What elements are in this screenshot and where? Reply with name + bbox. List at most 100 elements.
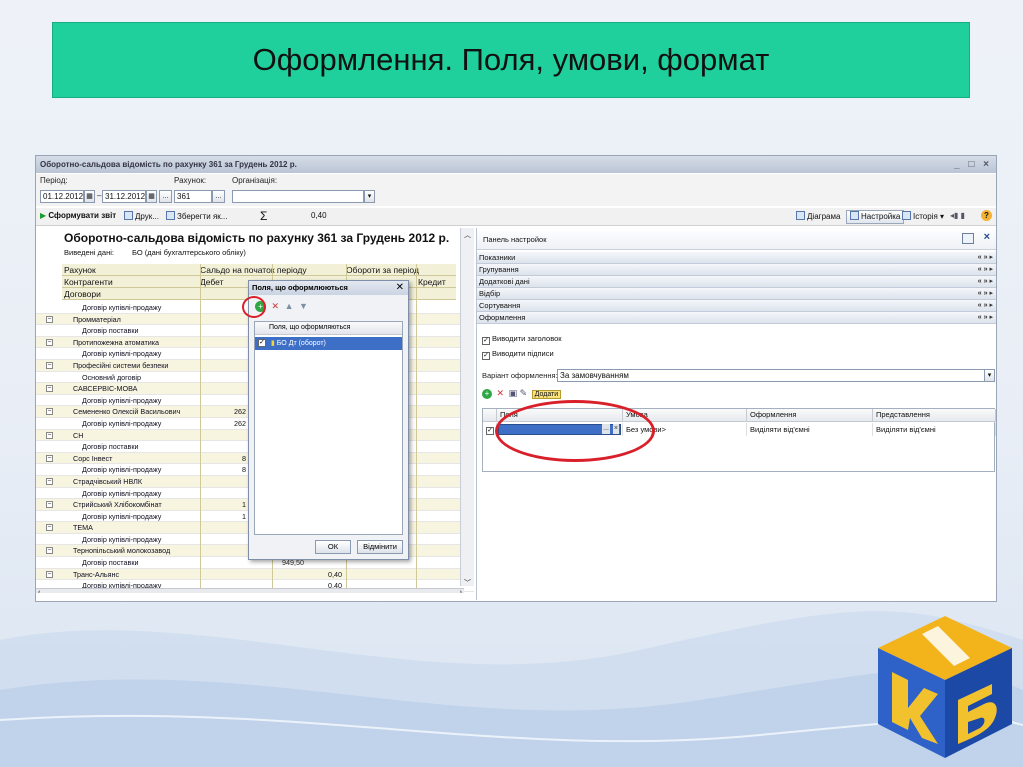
row-name: Договір купівлі-продажу (82, 488, 162, 498)
help-icon[interactable]: ? (981, 210, 992, 221)
header-turnover: Обороти за період (346, 265, 419, 275)
chart-button[interactable]: Діаграма (796, 211, 840, 221)
dialog-item-label: БО Дт (оборот) (276, 340, 326, 347)
section-arrows-icon[interactable]: « » ▸ (978, 312, 993, 323)
collapse-toggle-icon[interactable]: – (46, 385, 53, 393)
table-row[interactable]: – Транс-Альянс 0,40 (36, 568, 474, 581)
section-arrows-icon[interactable]: « » ▸ (978, 300, 993, 311)
dialog-list-item[interactable]: ▮ БО Дт (оборот) (255, 337, 402, 350)
collapse-toggle-icon[interactable]: – (46, 408, 53, 416)
panel-section[interactable]: Показники « » ▸ (477, 252, 996, 264)
grid-format-cell[interactable]: Виділяти від'ємні (747, 423, 873, 436)
organization-field[interactable] (232, 190, 364, 203)
collapse-toggle-icon[interactable]: – (46, 547, 53, 555)
report-vertical-scrollbar[interactable]: ︿ ﹀ (460, 228, 474, 588)
ok-button[interactable]: ОК (315, 540, 351, 554)
row-turnover-debit: 0,40 (328, 569, 342, 579)
dropdown-arrow-icon[interactable]: ▾ (364, 190, 375, 203)
delete-icon[interactable]: ✕ (497, 388, 505, 398)
history-button[interactable]: Історія ▾ (902, 211, 944, 221)
section-arrows-icon[interactable]: « » ▸ (978, 252, 993, 263)
collapse-toggle-icon[interactable]: – (46, 524, 53, 532)
account-field[interactable]: 361 (174, 190, 212, 203)
slide-title: Оформлення. Поля, умови, формат (52, 22, 970, 98)
report-horizontal-scrollbar[interactable]: ‹ › (36, 588, 464, 593)
period-from-field[interactable]: 01.12.2012 (40, 190, 84, 203)
panel-section[interactable]: Оформлення « » ▸ (477, 312, 996, 324)
collapse-toggle-icon[interactable]: – (46, 501, 53, 509)
highlight-ring (242, 296, 266, 318)
cancel-button[interactable]: Відмінити (357, 540, 403, 554)
edit-icon[interactable]: ✎ (520, 388, 528, 398)
header-row-1: Рахунок Сальдо на початок періоду Оборот… (62, 264, 456, 276)
period-to-field[interactable]: 31.12.2012 (102, 190, 146, 203)
panel-pin-icon[interactable] (962, 233, 974, 244)
calendar-icon[interactable]: ▦ (146, 190, 157, 203)
collapse-toggle-icon[interactable]: – (46, 338, 53, 346)
sigma-icon: Σ (260, 209, 268, 223)
move-down-icon[interactable]: ▼ (299, 301, 308, 311)
row-name: Договір купівлі-продажу (82, 465, 162, 475)
grid-header-presentation: Представлення (873, 409, 996, 422)
dialog-close-icon[interactable]: ✕ (396, 281, 404, 295)
row-name: Договір поставки (82, 558, 139, 568)
row-name: Професійні системи безпеки (73, 360, 169, 370)
calendar-icon[interactable]: ▦ (84, 190, 95, 203)
scroll-down-icon[interactable]: ﹀ (461, 578, 474, 588)
dialog-list-header: Поля, що оформляються (255, 322, 402, 335)
settings-button[interactable]: Настройка (846, 210, 905, 224)
section-arrows-icon[interactable]: « » ▸ (978, 288, 993, 299)
grid-presentation-cell[interactable]: Виділяти від'ємні (873, 423, 996, 436)
save-icon (166, 211, 175, 220)
column-divider (200, 264, 201, 593)
save-as-button[interactable]: Зберегти як... (166, 211, 227, 221)
scroll-right-icon[interactable]: › (460, 589, 462, 593)
settings-label: Настройка (861, 212, 901, 221)
collapse-toggle-icon[interactable]: – (46, 315, 53, 323)
period-select-button[interactable]: ... (159, 190, 172, 203)
variant-label: Варіант оформлення: (482, 371, 558, 380)
period-dash: – (97, 191, 102, 200)
move-up-icon[interactable]: ▲ (285, 301, 294, 311)
section-arrows-icon[interactable]: « » ▸ (978, 264, 993, 275)
variant-field[interactable]: За замовчуванням (557, 369, 988, 382)
history-label: Історія ▾ (913, 212, 945, 221)
scroll-left-icon[interactable]: ‹ (38, 589, 40, 593)
add-icon[interactable]: + (482, 389, 492, 399)
copy-icon[interactable]: ▣ (509, 388, 518, 398)
item-checkbox[interactable]: ✓ (258, 339, 266, 347)
collapse-toggle-icon[interactable]: – (46, 477, 53, 485)
show-titles-checkbox[interactable]: ✓ Виводити заголовок (482, 334, 562, 345)
params-row: Період: 01.12.2012 ▦ – 31.12.2012 ▦ ... … (36, 174, 996, 206)
checkbox-icon: ✓ (482, 337, 490, 345)
row-name: Договір поставки (82, 326, 139, 336)
row-name: Транс-Альянс (73, 569, 120, 579)
app-window: Оборотно-сальдова відомість по рахунку 3… (35, 155, 997, 602)
panel-section[interactable]: Відбір « » ▸ (477, 288, 996, 300)
selection-sum: 0,40 (311, 211, 327, 220)
window-controls[interactable]: _ □ × (954, 159, 992, 170)
print-button[interactable]: Друк... (124, 211, 159, 221)
panel-section[interactable]: Сортування « » ▸ (477, 300, 996, 312)
collapse-toggle-icon[interactable]: – (46, 570, 53, 578)
dropdown-arrow-icon[interactable]: ▾ (984, 369, 995, 382)
account-select-button[interactable]: ... (212, 190, 225, 203)
header-debit: Дебет (200, 277, 224, 287)
collapse-toggle-icon[interactable]: – (46, 454, 53, 462)
collapse-toggle-icon[interactable]: – (46, 431, 53, 439)
generate-label: Сформувати звіт (48, 211, 117, 220)
show-signatures-checkbox[interactable]: ✓ Виводити підписи (482, 349, 554, 360)
add-button[interactable]: Додати (531, 390, 562, 399)
collapse-toggle-icon[interactable]: – (46, 361, 53, 369)
delete-icon[interactable]: ✕ (272, 301, 280, 311)
panel-close-icon[interactable]: × (984, 231, 990, 243)
generate-report-button[interactable]: ▶ Сформувати звіт (40, 211, 116, 220)
show-titles-label: Виводити заголовок (492, 334, 562, 343)
panel-section[interactable]: Групування « » ▸ (477, 264, 996, 276)
panel-section[interactable]: Додаткові дані « » ▸ (477, 276, 996, 288)
tools-icon[interactable]: ◂▮ ▮ (950, 211, 965, 220)
section-arrows-icon[interactable]: « » ▸ (978, 276, 993, 287)
scroll-up-icon[interactable]: ︿ (461, 230, 474, 240)
period-label: Період: (40, 176, 68, 185)
fields-dialog: Поля, що оформлюються ✕ + ✕ ▲ ▼ Поля, що… (242, 280, 409, 560)
